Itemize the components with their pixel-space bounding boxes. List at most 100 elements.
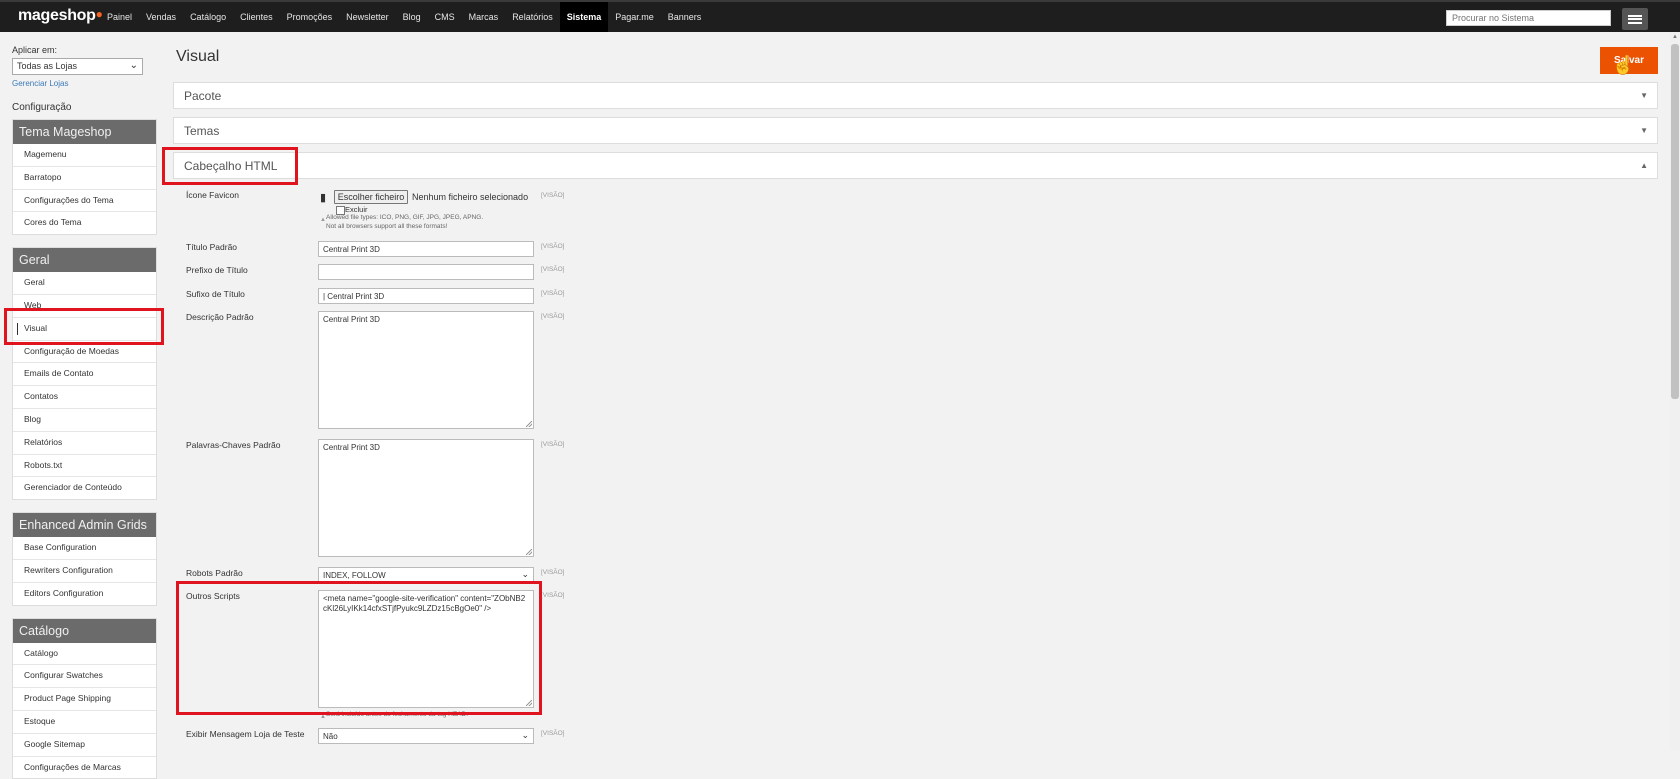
section-pacote[interactable]: Pacote ▼	[173, 82, 1658, 109]
nav-marcas[interactable]: Marcas	[462, 2, 506, 32]
scope-label: [VISÃO]	[541, 730, 565, 737]
exibir-mensagem-label: Exibir Mensagem Loja de Teste	[186, 729, 305, 739]
exibir-mensagem-select[interactable]: Não ⌄	[318, 728, 534, 744]
group-geral: Geral Geral Web Visual Configuração de M…	[12, 247, 157, 501]
section-temas[interactable]: Temas ▼	[173, 117, 1658, 144]
scroll-up-icon[interactable]: ▲	[1672, 34, 1678, 40]
group-title: Tema Mageshop	[13, 120, 156, 144]
sidebar-item-configuracoes-tema[interactable]: Configurações do Tema	[13, 190, 156, 213]
group-title: Geral	[13, 248, 156, 273]
exibir-mensagem-value: Não	[323, 732, 338, 741]
sidebar-item-geral[interactable]: Geral	[13, 272, 156, 295]
scope-label: [VISÃO]	[541, 243, 565, 250]
nav-pagarme[interactable]: Pagar.me	[608, 2, 661, 32]
group-title: Catálogo	[13, 618, 156, 643]
resize-grip-icon[interactable]	[526, 700, 532, 706]
nav-promocoes[interactable]: Promoções	[280, 2, 340, 32]
store-select-value: Todas as Lojas	[17, 61, 78, 71]
sidebar-item-visual[interactable]: Visual	[13, 318, 156, 341]
sidebar: Aplicar em: Todas as Lojas ⌄ Gerenciar Lo…	[12, 40, 157, 779]
choose-file-button[interactable]: Escolher ficheiro	[334, 190, 408, 204]
sidebar-item-base-configuration[interactable]: Base Configuration	[13, 537, 156, 560]
sidebar-item-estoque[interactable]: Estoque	[13, 711, 156, 734]
palavras-chaves-label: Palavras-Chaves Padrão	[186, 440, 281, 450]
group-title: Enhanced Admin Grids	[13, 513, 156, 538]
sidebar-item-contatos[interactable]: Contatos	[13, 386, 156, 409]
sufixo-titulo-label: Sufixo de Título	[186, 289, 245, 299]
triangle-down-icon: ▼	[1640, 91, 1648, 100]
excluir-label: Excluir	[345, 205, 368, 214]
menu-button[interactable]	[1622, 8, 1648, 30]
section-cabecalho-html[interactable]: Cabeçalho HTML ▲	[173, 152, 1658, 179]
nav-clientes[interactable]: Clientes	[233, 2, 280, 32]
outros-scripts-textarea[interactable]: <meta name="google-site-verification" co…	[318, 590, 534, 708]
group-tema-mageshop: Tema Mageshop Magemenu Barratopo Configu…	[12, 119, 157, 236]
sidebar-item-gerenciador-conteudo[interactable]: Gerenciador de Conteúdo	[13, 477, 156, 499]
sidebar-item-rewriters-configuration[interactable]: Rewriters Configuration	[13, 560, 156, 583]
robots-padrao-select[interactable]: INDEX, FOLLOW ⌄	[318, 567, 534, 583]
nav-cms[interactable]: CMS	[428, 2, 462, 32]
nav-banners[interactable]: Banners	[661, 2, 709, 32]
store-select[interactable]: Todas as Lojas ⌄	[12, 58, 143, 75]
hand-pointer-icon: ☝	[1612, 55, 1635, 75]
scope-label: [VISÃO]	[541, 569, 565, 576]
section-title: Cabeçalho HTML	[184, 159, 278, 173]
descricao-padrao-value: Central Print 3D	[323, 315, 380, 324]
sidebar-item-swatches[interactable]: Configurar Swatches	[13, 665, 156, 689]
robots-padrao-value: INDEX, FOLLOW	[323, 571, 386, 580]
nav-blog[interactable]: Blog	[396, 2, 428, 32]
nav-newsletter[interactable]: Newsletter	[339, 2, 396, 32]
chevron-down-icon: ⌄	[521, 730, 529, 740]
main-nav: Painel Vendas Catálogo Clientes Promoçõe…	[100, 2, 708, 32]
sidebar-item-google-sitemap[interactable]: Google Sitemap	[13, 734, 156, 757]
logo[interactable]: mageshop●	[18, 7, 103, 25]
triangle-up-icon: ▲	[1640, 161, 1648, 170]
sidebar-item-magemenu[interactable]: Magemenu	[13, 144, 156, 167]
resize-grip-icon[interactable]	[526, 549, 532, 555]
nav-relatorios[interactable]: Relatórios	[505, 2, 560, 32]
sidebar-item-editors-configuration[interactable]: Editors Configuration	[13, 583, 156, 605]
sidebar-item-blog[interactable]: Blog	[13, 409, 156, 432]
sidebar-item-catalogo[interactable]: Catálogo	[13, 643, 156, 666]
favicon-note-2: Not all browsers support all these forma…	[326, 223, 448, 230]
search-input[interactable]	[1446, 10, 1611, 26]
page-title: Visual	[176, 48, 220, 65]
titulo-padrao-input[interactable]: Central Print 3D	[318, 241, 534, 257]
triangle-down-icon: ▼	[1640, 126, 1648, 135]
chevron-down-icon: ⌄	[129, 60, 138, 71]
apply-label: Aplicar em:	[12, 45, 58, 55]
nav-painel[interactable]: Painel	[100, 2, 139, 32]
scrollbar-thumb[interactable]	[1671, 44, 1679, 399]
scope-label: [VISÃO]	[541, 266, 565, 273]
palavras-chaves-textarea[interactable]: Central Print 3D	[318, 439, 534, 557]
prefixo-titulo-input[interactable]	[318, 264, 534, 280]
scope-label: [VISÃO]	[541, 192, 565, 199]
nav-sistema[interactable]: Sistema	[559, 2, 609, 32]
sidebar-item-web[interactable]: Web	[13, 295, 156, 318]
file-status: Nenhum ficheiro selecionado	[412, 192, 529, 202]
sidebar-item-cores-tema[interactable]: Cores do Tema	[13, 212, 156, 234]
prefixo-titulo-label: Prefixo de Título	[186, 265, 248, 275]
palavras-chaves-value: Central Print 3D	[323, 443, 380, 452]
descricao-padrao-textarea[interactable]: Central Print 3D	[318, 311, 534, 429]
sidebar-item-marcas[interactable]: Configurações de Marcas	[13, 757, 156, 779]
sidebar-item-emails-contato[interactable]: Emails de Contato	[13, 363, 156, 387]
sidebar-item-moedas[interactable]: Configuração de Moedas	[13, 341, 156, 364]
resize-grip-icon[interactable]	[526, 421, 532, 427]
scope-label: [VISÃO]	[541, 290, 565, 297]
chevron-down-icon: ⌄	[521, 569, 529, 579]
section-title: Temas	[184, 124, 220, 138]
config-title: Configuração	[12, 102, 72, 113]
group-enhanced-admin-grids: Enhanced Admin Grids Base Configuration …	[12, 512, 157, 606]
nav-catalogo[interactable]: Catálogo	[183, 2, 233, 32]
favicon-label: Ícone Favicon	[186, 190, 239, 200]
manage-stores-link[interactable]: Gerenciar Lojas	[12, 79, 155, 88]
descricao-padrao-label: Descrição Padrão	[186, 312, 254, 322]
sufixo-titulo-input[interactable]: | Central Print 3D	[318, 288, 534, 304]
sidebar-item-product-page-shipping[interactable]: Product Page Shipping	[13, 688, 156, 711]
sidebar-item-robots[interactable]: Robots.txt	[13, 455, 156, 478]
nav-vendas[interactable]: Vendas	[139, 2, 183, 32]
outros-scripts-value: <meta name="google-site-verification" co…	[323, 594, 526, 613]
sidebar-item-barratopo[interactable]: Barratopo	[13, 167, 156, 190]
sidebar-item-relatorios[interactable]: Relatórios	[13, 432, 156, 455]
